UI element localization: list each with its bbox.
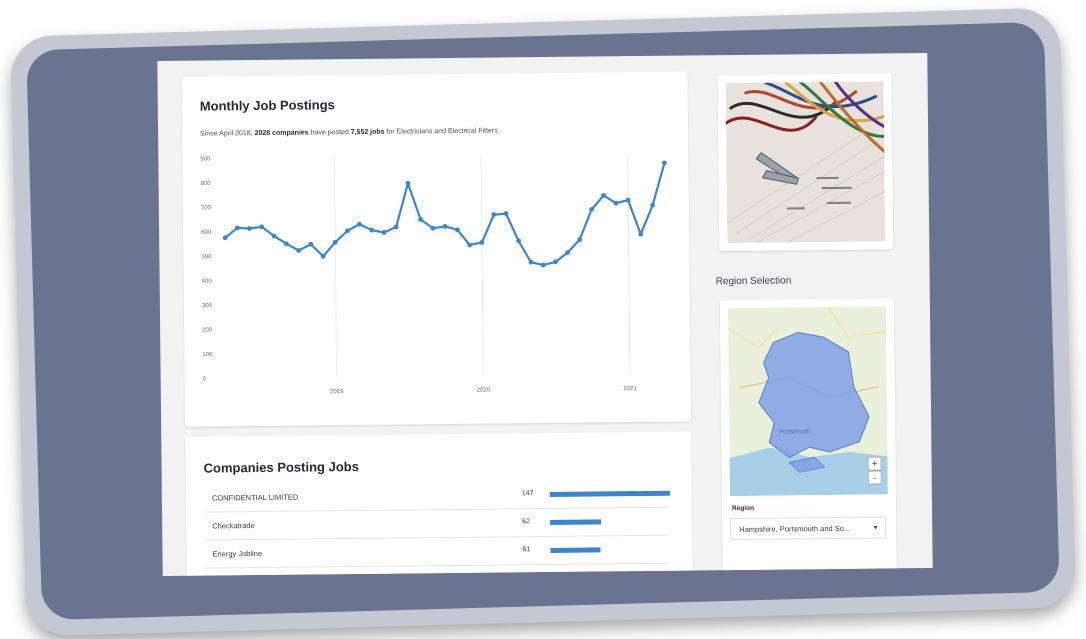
y-tick-label: 400 xyxy=(202,279,213,285)
region-selection-heading: Region Selection xyxy=(715,275,792,288)
wires-photo xyxy=(725,81,886,244)
y-tick-label: 700 xyxy=(201,205,212,211)
map-zoom-in-button[interactable]: + xyxy=(867,456,882,471)
monthly-job-postings-card: Monthly Job Postings Since April 2018, 2… xyxy=(181,71,692,427)
region-label: Region xyxy=(732,504,755,513)
companies-posting-jobs-card: Companies Posting Jobs CONFIDENTIAL LIMI… xyxy=(185,431,693,577)
chevron-down-icon: ▾ xyxy=(873,524,878,532)
data-point xyxy=(247,226,252,231)
company-bar xyxy=(549,490,670,497)
data-point xyxy=(442,224,448,229)
data-point xyxy=(662,160,667,166)
company-bar xyxy=(550,547,601,553)
y-tick-label: 0 xyxy=(203,377,207,383)
dashboard-screen: Monthly Job Postings Since April 2018, 2… xyxy=(157,52,933,577)
company-row[interactable]: Energy Jobline 61 xyxy=(204,535,671,569)
y-tick-label: 100 xyxy=(202,352,213,358)
y-tick-label: 900 xyxy=(200,156,211,162)
region-map-card: Portsmouth + - Region Hampshire, Portsmo… xyxy=(719,298,897,577)
company-count: 62 xyxy=(522,518,531,526)
x-grid-line xyxy=(333,157,338,378)
y-tick-label: 800 xyxy=(201,181,212,187)
companies-title: Companies Posting Jobs xyxy=(203,458,359,476)
y-tick-label: 200 xyxy=(202,328,213,334)
y-tick-label: 500 xyxy=(201,254,212,260)
x-grid-line xyxy=(480,155,484,376)
company-name: Checkatrade xyxy=(212,521,255,531)
company-count: 147 xyxy=(521,490,534,498)
x-tick-label: 2020 xyxy=(477,388,491,394)
y-tick-label: 300 xyxy=(202,303,213,309)
company-count: 61 xyxy=(522,546,531,554)
series-line xyxy=(224,162,666,267)
region-select-value: Hampshire, Portsmouth and So... xyxy=(739,523,851,534)
x-tick-label: 2019 xyxy=(330,389,344,395)
map-zoom-out-button[interactable]: - xyxy=(867,470,882,485)
region-map[interactable]: Portsmouth + - xyxy=(727,306,888,497)
company-name: CONFIDENTIAL LIMITED xyxy=(211,492,299,503)
job-postings-line-chart: 2019 2020 2021 0 100 200 300 400 500 600 700 800 900 xyxy=(200,154,667,395)
map-place-label: Portsmouth xyxy=(779,429,810,436)
region-select[interactable]: Hampshire, Portsmouth and So... ▾ xyxy=(730,516,887,541)
y-tick-label: 600 xyxy=(201,230,212,236)
x-grid-line xyxy=(627,154,631,375)
photo-card xyxy=(717,73,894,252)
data-point xyxy=(540,262,546,268)
company-name: Energy Jobline xyxy=(212,548,263,559)
company-bar xyxy=(550,519,601,525)
x-tick-label: 2021 xyxy=(623,386,637,392)
